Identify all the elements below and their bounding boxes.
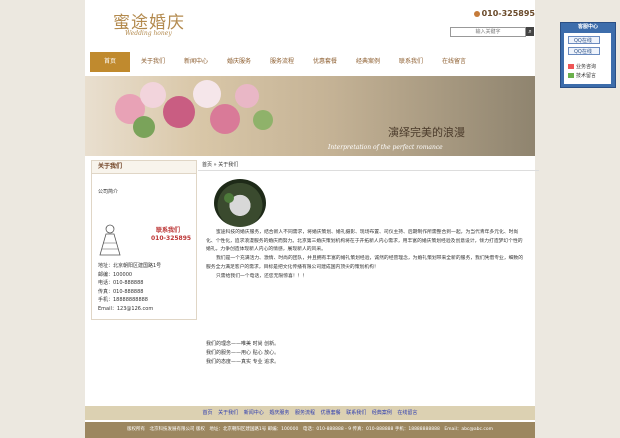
banner-subtitle: Interpretation of the perfect romance bbox=[328, 144, 443, 151]
banner-title: 演绎完美的浪漫 bbox=[388, 126, 465, 139]
slogan-line: 我们的理念——唯美 时尚 创新。 bbox=[206, 341, 280, 347]
service-line-label: 业务咨询 bbox=[576, 64, 597, 70]
footer-link-process[interactable]: 服务流程 bbox=[295, 410, 315, 416]
leaf-decoration bbox=[253, 110, 273, 130]
about-paragraph: 蜜途科技的婚庆服务，结合新人不同需求，将婚庆策划、婚礼摄影、现场布置、司仪主持、… bbox=[206, 230, 523, 253]
contact-mobile: 手机：18888888888 bbox=[98, 297, 148, 304]
flower-decoration bbox=[140, 82, 166, 108]
service-line-label: 技术留言 bbox=[576, 73, 597, 79]
slogan-line: 我们的态度——真实 专业 追求。 bbox=[206, 359, 280, 365]
photo-decoration bbox=[224, 193, 234, 203]
nav-item-services[interactable]: 婚庆服务 bbox=[219, 52, 259, 72]
qq-label: QQ在线 bbox=[574, 49, 592, 55]
footer-link-about[interactable]: 关于我们 bbox=[218, 410, 238, 416]
search-input[interactable] bbox=[450, 27, 526, 37]
search-box: ⌕ bbox=[450, 27, 534, 37]
wangwang-icon bbox=[568, 73, 574, 78]
contact-postcode: 邮编：100000 bbox=[98, 271, 133, 278]
nav-item-message[interactable]: 在线留言 bbox=[434, 52, 474, 72]
main-nav: 首页 关于我们 新闻中心 婚庆服务 服务流程 优惠套餐 经典案例 联系我们 在线… bbox=[85, 52, 535, 74]
sidebar-heading: 关于我们 bbox=[92, 161, 196, 174]
footer-link-services[interactable]: 婚庆服务 bbox=[269, 410, 289, 416]
banner: 演绎完美的浪漫 Interpretation of the perfect ro… bbox=[85, 76, 535, 156]
qq-online-button[interactable]: QQ在线 bbox=[568, 47, 600, 55]
nav-item-cases[interactable]: 经典案例 bbox=[348, 52, 388, 72]
contact-title: 联系我们 bbox=[156, 227, 181, 234]
bride-illustration bbox=[99, 224, 121, 256]
business-inquiry-link[interactable]: 业务咨询 bbox=[568, 63, 596, 70]
about-paragraph: 只需给我们一个电话，还您无限惊喜！！！ bbox=[216, 273, 308, 279]
page: 蜜途婚庆 Wedding honey 010-325895 ⌕ 首页 关于我们 … bbox=[85, 0, 539, 438]
sidebar-item-company-intro[interactable]: 公司简介 bbox=[98, 188, 118, 195]
nav-item-packages[interactable]: 优惠套餐 bbox=[305, 52, 345, 72]
footer-link-home[interactable]: 首页 bbox=[203, 410, 213, 416]
nav-item-about[interactable]: 关于我们 bbox=[133, 52, 173, 72]
contact-phone: 010-325895 bbox=[151, 235, 192, 242]
slogan-line: 我们的服务——用心 贴心 放心。 bbox=[206, 350, 280, 356]
flower-decoration bbox=[210, 104, 240, 134]
flower-decoration bbox=[193, 80, 221, 108]
phone-number: 010-325895 bbox=[481, 9, 535, 18]
service-body: QQ在线 QQ在线 业务咨询 技术留言 bbox=[564, 33, 611, 84]
footer-copyright: 版权所有 北京科技发展有限公司 版权 地址：北京朝阳区建国路1号 邮编：1000… bbox=[85, 422, 535, 438]
breadcrumb[interactable]: 首页 » 关于我们 bbox=[198, 160, 539, 171]
footer-link-cases[interactable]: 经典案例 bbox=[372, 410, 392, 416]
search-icon: ⌕ bbox=[528, 28, 532, 35]
logo[interactable]: 蜜途婚庆 Wedding honey bbox=[113, 8, 213, 40]
logo-subtitle: Wedding honey bbox=[125, 30, 172, 37]
footer-link-news[interactable]: 新闻中心 bbox=[244, 410, 264, 416]
nav-item-process[interactable]: 服务流程 bbox=[262, 52, 302, 72]
header: 蜜途婚庆 Wedding honey 010-325895 ⌕ bbox=[85, 0, 535, 50]
nav-item-news[interactable]: 新闻中心 bbox=[176, 52, 216, 72]
customer-service-panel: 客服中心 QQ在线 QQ在线 业务咨询 技术留言 bbox=[560, 22, 616, 88]
main-content: 蜜途科技的婚庆服务，结合新人不同需求，将婚庆策划、婚礼摄影、现场布置、司仪主持、… bbox=[198, 171, 535, 397]
contact-address: 地址：北京朝阳区建国路1号 bbox=[98, 263, 162, 269]
flower-decoration bbox=[163, 96, 195, 128]
qq-online-button[interactable]: QQ在线 bbox=[568, 36, 600, 44]
leaf-decoration bbox=[133, 116, 155, 138]
footer-link-packages[interactable]: 优惠套餐 bbox=[321, 410, 341, 416]
contact-email: Email：123@126.com bbox=[98, 305, 154, 312]
footer-nav: 首页 关于我们 新闻中心 婚庆服务 服务流程 优惠套餐 联系我们 经典案例 在线… bbox=[85, 406, 535, 420]
footer-link-message[interactable]: 在线留言 bbox=[397, 410, 417, 416]
slogans: 我们的理念——唯美 时尚 创新。 我们的服务——用心 贴心 放心。 我们的态度—… bbox=[206, 340, 279, 367]
sidebar: 关于我们 公司简介 联系我们 010-325895 地址：北京朝阳区建国路1号 … bbox=[91, 160, 197, 320]
wedding-photo bbox=[214, 179, 266, 227]
nav-item-home[interactable]: 首页 bbox=[90, 52, 130, 72]
search-button[interactable]: ⌕ bbox=[526, 27, 534, 36]
service-heading: 客服中心 bbox=[577, 24, 598, 30]
nav-item-contact[interactable]: 联系我们 bbox=[391, 52, 431, 72]
footer-link-contact[interactable]: 联系我们 bbox=[346, 410, 366, 416]
about-text: 蜜途科技的婚庆服务，结合新人不同需求，将婚庆策划、婚礼摄影、现场布置、司仪主持、… bbox=[206, 229, 526, 281]
flower-decoration bbox=[235, 84, 259, 108]
taobao-icon bbox=[568, 64, 574, 69]
about-paragraph: 我们是一个充满活力、激情、时尚的团队，并且拥有丰富的婚礼策划经验，诚然的经营理念… bbox=[206, 256, 524, 270]
contact-info: 地址：北京朝阳区建国路1号 邮编：100000 电话：010-888888 传真… bbox=[98, 262, 161, 314]
qq-label: QQ在线 bbox=[574, 38, 592, 44]
contact-phone-line: 电话：010-888888 bbox=[98, 280, 144, 287]
header-phone: 010-325895 bbox=[473, 9, 535, 18]
phone-icon bbox=[473, 10, 480, 17]
tech-message-link[interactable]: 技术留言 bbox=[568, 72, 596, 79]
contact-fax: 传真：010-888888 bbox=[98, 288, 144, 295]
